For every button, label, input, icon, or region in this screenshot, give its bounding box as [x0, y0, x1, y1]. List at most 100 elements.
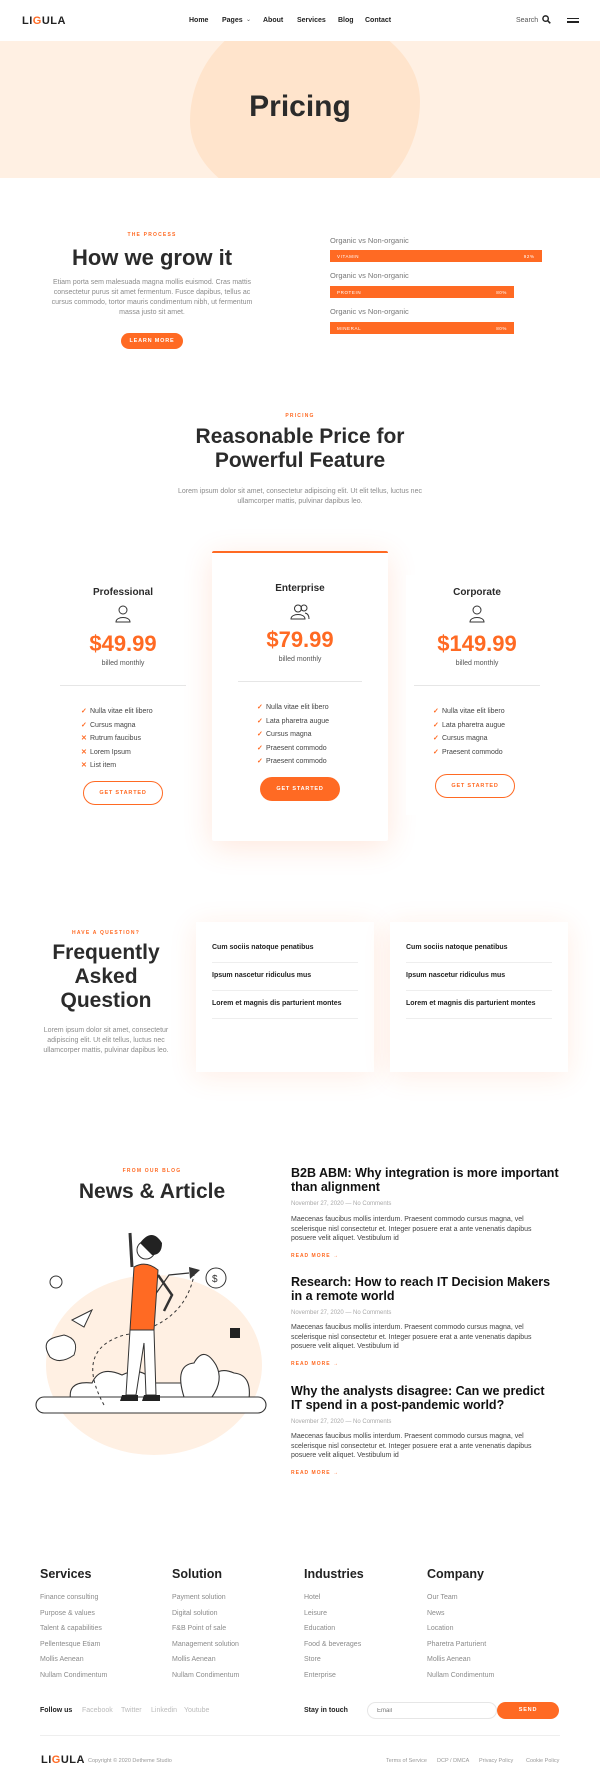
nav-pages[interactable]: Pages: [222, 17, 243, 24]
faq-question[interactable]: Cum sociis natoque penatibus: [406, 944, 508, 951]
footer-link[interactable]: Location: [427, 1625, 453, 1632]
progress-bar-protein: PROTEIN 80%: [330, 286, 514, 298]
footer-link[interactable]: Nullam Condimentum: [40, 1672, 107, 1679]
faq-text: Lorem ipsum dolor sit amet, consectetur …: [43, 1027, 169, 1054]
get-started-button[interactable]: GET STARTED: [83, 781, 163, 805]
social-facebook[interactable]: Facebook: [82, 1707, 113, 1714]
footer-link[interactable]: Education: [304, 1625, 335, 1632]
legal-terms[interactable]: Terms of Service: [386, 1758, 427, 1764]
plan-price: $79.99: [266, 627, 334, 652]
social-twitter[interactable]: Twitter: [121, 1707, 142, 1714]
get-started-button[interactable]: GET STARTED: [260, 777, 340, 801]
footer-link[interactable]: Leisure: [304, 1610, 327, 1617]
faq-title: Frequently Asked Question: [52, 941, 160, 1012]
logo[interactable]: LIGULA: [22, 15, 66, 27]
footer-link[interactable]: Pharetra Parturient: [427, 1641, 486, 1648]
cross-icon: ✕: [81, 762, 87, 769]
people-icon: [290, 604, 310, 620]
check-icon: ✓: [257, 704, 263, 711]
get-started-button[interactable]: GET STARTED: [435, 774, 515, 798]
read-more-link[interactable]: READ MORE →: [291, 1253, 339, 1259]
footer-link[interactable]: Enterprise: [304, 1672, 336, 1679]
nav-home[interactable]: Home: [189, 17, 208, 24]
plan-price: $149.99: [437, 631, 517, 656]
footer-link[interactable]: Mollis Aenean: [40, 1656, 84, 1663]
progress-bar-mineral: MINERAL 80%: [330, 322, 514, 334]
legal-dmca[interactable]: DCP / DMCA: [437, 1758, 469, 1764]
progress-title: Organic vs Non-organic: [330, 307, 409, 316]
footer-link[interactable]: Finance consulting: [40, 1594, 98, 1601]
process-title: How we grow it: [71, 245, 233, 270]
footer-link[interactable]: Management solution: [172, 1641, 239, 1648]
footer-link[interactable]: Our Team: [427, 1594, 458, 1601]
social-linkedin[interactable]: Linkedin: [151, 1707, 177, 1714]
footer-link[interactable]: Hotel: [304, 1594, 320, 1601]
divider: [406, 1018, 552, 1019]
footer-link[interactable]: Store: [304, 1656, 321, 1663]
search-icon[interactable]: [542, 15, 551, 24]
footer-link[interactable]: Pellentesque Etiam: [40, 1641, 100, 1648]
article-title[interactable]: Why the analysts disagree: Can we predic…: [291, 1384, 545, 1412]
faq-question[interactable]: Ipsum nascetur ridiculus mus: [406, 972, 505, 979]
footer-link[interactable]: F&B Point of sale: [172, 1625, 226, 1632]
nav-blog[interactable]: Blog: [338, 17, 354, 24]
article-title[interactable]: B2B ABM: Why integration is more importa…: [291, 1166, 559, 1194]
cross-icon: ✕: [81, 735, 87, 742]
footer-link[interactable]: Mollis Aenean: [172, 1656, 216, 1663]
check-icon: ✓: [257, 758, 263, 765]
footer-link[interactable]: Nullam Condimentum: [172, 1672, 239, 1679]
pricing-card-corporate: Corporate $149.99 billed monthly ✓ Nulla …: [406, 575, 548, 815]
faq-question[interactable]: Lorem et magnis dis parturient montes: [406, 1000, 536, 1007]
check-icon: ✓: [433, 708, 439, 715]
footer-link[interactable]: Talent & capabilities: [40, 1625, 102, 1632]
feature-item: ✓ Nulla vitae elit libero: [257, 704, 329, 711]
footer-link[interactable]: Purpose & values: [40, 1610, 95, 1617]
social-youtube[interactable]: Youtube: [184, 1707, 209, 1714]
read-more-link[interactable]: READ MORE →: [291, 1361, 339, 1367]
person-icon: [469, 605, 485, 623]
plan-billing: billed monthly: [101, 660, 145, 667]
page-title: Pricing: [249, 90, 351, 123]
plan-name: Professional: [92, 587, 154, 598]
faq-question[interactable]: Cum sociis natoque penatibus: [212, 944, 314, 951]
faq-question[interactable]: Lorem et magnis dis parturient montes: [212, 1000, 342, 1007]
feature-item: ✓ Cursus magna: [433, 735, 488, 742]
chevron-down-icon: ⌄: [246, 17, 252, 23]
footer-link[interactable]: Nullam Condimentum: [427, 1672, 494, 1679]
process-eyebrow: THE PROCESS: [127, 232, 177, 238]
send-button[interactable]: SEND: [497, 1702, 559, 1719]
stay-in-touch-label: Stay in touch: [304, 1707, 348, 1714]
email-field[interactable]: [367, 1702, 497, 1719]
check-icon: ✓: [257, 731, 263, 738]
feature-item: ✓ Praesent commodo: [433, 749, 503, 756]
divider: [212, 962, 358, 963]
footer-link[interactable]: News: [427, 1610, 445, 1617]
nav-services[interactable]: Services: [297, 17, 326, 24]
divider: [60, 685, 186, 686]
menu-icon[interactable]: [567, 16, 579, 25]
progress-bar-vitamin: VITAMIN 92%: [330, 250, 542, 262]
learn-more-button[interactable]: LEARN MORE: [121, 333, 183, 349]
divider: [212, 1018, 358, 1019]
progress-title: Organic vs Non-organic: [330, 236, 409, 245]
news-illustration: $: [35, 1232, 267, 1455]
footer-link[interactable]: Digital solution: [172, 1610, 218, 1617]
footer-link[interactable]: Mollis Aenean: [427, 1656, 471, 1663]
legal-cookie[interactable]: Cookie Policy: [526, 1758, 559, 1764]
feature-item: ✕ Rutrum faucibus: [81, 735, 141, 742]
search-label[interactable]: Search: [516, 17, 538, 24]
footer-link[interactable]: Payment solution: [172, 1594, 226, 1601]
article-title[interactable]: Research: How to reach IT Decision Maker…: [291, 1275, 550, 1303]
legal-privacy[interactable]: Privacy Policy: [479, 1758, 513, 1764]
footer-link[interactable]: Food & beverages: [304, 1641, 361, 1648]
svg-text:$: $: [212, 1274, 218, 1285]
check-icon: ✓: [257, 718, 263, 725]
nav-about[interactable]: About: [263, 17, 283, 24]
read-more-link[interactable]: READ MORE →: [291, 1470, 339, 1476]
faq-question[interactable]: Ipsum nascetur ridiculus mus: [212, 972, 311, 979]
feature-item: ✓ Cursus magna: [257, 731, 312, 738]
article-meta: November 27, 2020 — No Comments: [291, 1201, 392, 1207]
nav-contact[interactable]: Contact: [365, 17, 391, 24]
footer-logo[interactable]: LIGULA: [41, 1754, 85, 1766]
footer-heading: Company: [427, 1567, 484, 1581]
